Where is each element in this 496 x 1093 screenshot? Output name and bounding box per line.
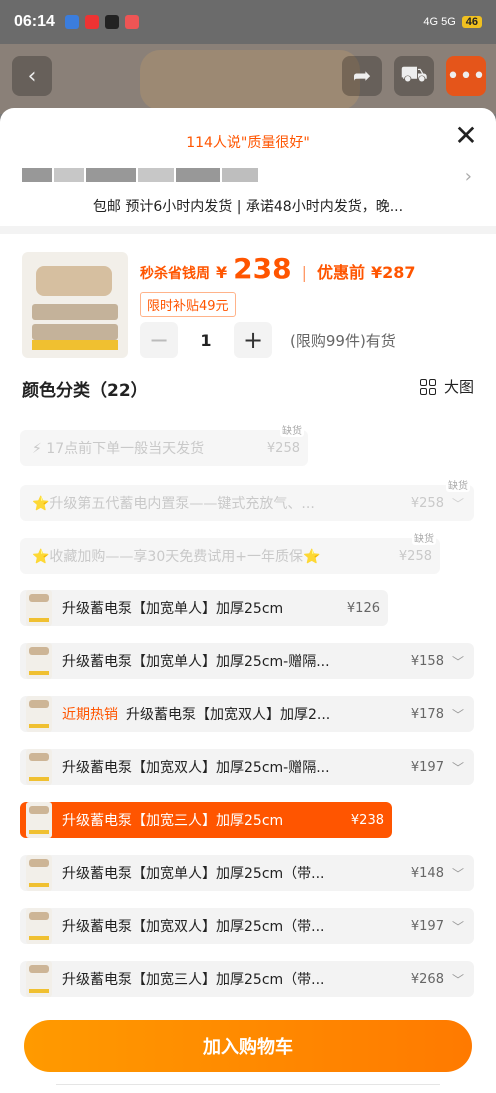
option-label: 升级蓄电泵【加宽单人】加厚25cm（带... — [62, 866, 325, 882]
option-label: 升级蓄电泵【加宽单人】加厚25cm — [62, 601, 284, 617]
option-price: ¥258 — [398, 548, 432, 564]
review-summary[interactable]: 114人说"质量很好" — [0, 132, 496, 152]
original-price-label: 优惠前 — [316, 263, 365, 282]
product-summary: 秒杀省钱周 ¥ 238 | 优惠前 ¥287 限时补贴49元 − 1 + (限购… — [0, 234, 496, 376]
option-label: ⚡ 17点前下单一般当天发货 — [32, 441, 205, 457]
promo-label: 秒杀省钱周 — [140, 266, 210, 282]
battery-icon: 46 — [461, 16, 482, 28]
sku-option[interactable]: 升级蓄电泵【加宽三人】加厚25cm（带... ¥268 ﹀ — [20, 961, 474, 997]
big-view-button[interactable]: 大图 — [419, 376, 474, 397]
option-price: ¥178 — [410, 706, 444, 722]
shipping-info: 包邮 预计6小时内发货 | 承诺48小时内发货，晚... — [92, 199, 404, 215]
chevron-down-icon: ﹀ — [451, 919, 464, 934]
grid-icon — [419, 378, 436, 395]
option-label: 升级蓄电泵【加宽三人】加厚25cm — [62, 813, 284, 829]
out-of-stock-badge: 缺货 — [446, 477, 470, 492]
sku-option[interactable]: ⚡ 17点前下单一般当天发货 ¥258 缺货 — [20, 422, 308, 466]
blurred-info — [22, 168, 258, 182]
option-label: 近期热销 升级蓄电泵【加宽双人】加厚2... — [62, 704, 411, 724]
option-label: 升级蓄电泵【加宽双人】加厚25cm（带... — [62, 919, 325, 935]
sku-selector-sheet: 114人说"质量很好" ✕ › 包邮 预计6小时内发货 | 承诺48小时内发货，… — [0, 108, 496, 1093]
option-thumbnail — [26, 855, 52, 891]
option-price: ¥238 — [350, 812, 384, 828]
option-price: ¥258 — [410, 495, 444, 511]
sku-option[interactable]: 升级蓄电泵【加宽双人】加厚25cm-赠隔... ¥197 ﹀ — [20, 749, 474, 785]
option-thumbnail — [26, 590, 52, 626]
app-notification-icon — [84, 15, 99, 29]
currency-symbol: ¥ — [216, 263, 228, 282]
option-price: ¥268 — [410, 971, 444, 987]
chevron-down-icon: ﹀ — [451, 496, 464, 511]
stock-note: (限购99件)有货 — [290, 331, 396, 350]
option-price: ¥258 — [266, 440, 300, 456]
chevron-down-icon: ﹀ — [451, 707, 464, 722]
price-line: 秒杀省钱周 ¥ 238 | 优惠前 ¥287 — [140, 252, 416, 285]
current-price: 238 — [233, 252, 292, 285]
status-right: 4G 5G 46 — [423, 16, 482, 28]
big-view-label: 大图 — [443, 378, 474, 396]
option-thumbnail — [26, 802, 52, 838]
sku-option[interactable]: 升级蓄电泵【加宽单人】加厚25cm-赠隔... ¥158 ﹀ — [20, 643, 474, 679]
chevron-down-icon: ﹀ — [451, 654, 464, 669]
option-thumbnail — [26, 696, 52, 732]
sku-option[interactable]: ⭐收藏加购——享30天免费试用+一年质保⭐ ¥258 缺货 — [20, 530, 440, 574]
app-notification-icon — [124, 15, 139, 29]
option-price: ¥126 — [346, 600, 380, 616]
option-thumbnail — [26, 961, 52, 997]
add-to-cart-button[interactable]: 加入购物车 — [24, 1020, 472, 1072]
option-label: 升级蓄电泵【加宽三人】加厚25cm（带... — [62, 972, 325, 988]
option-label-text: 升级蓄电泵【加宽双人】加厚2... — [126, 707, 331, 723]
option-thumbnail — [26, 643, 52, 679]
sku-option[interactable]: 升级蓄电泵【加宽单人】加厚25cm（带... ¥148 ﹀ — [20, 855, 474, 891]
divider: | — [301, 263, 307, 282]
app-notification-icon — [64, 15, 79, 29]
sku-option[interactable]: 升级蓄电泵【加宽单人】加厚25cm ¥126 — [20, 590, 388, 626]
sku-option[interactable]: 近期热销 升级蓄电泵【加宽双人】加厚2... ¥178 ﹀ — [20, 696, 474, 732]
color-section-header: 颜色分类（22） 大图 — [0, 376, 496, 416]
background-product-image — [140, 50, 360, 110]
option-thumbnail — [26, 749, 52, 785]
sheet-header: 114人说"质量很好" ✕ › 包邮 预计6小时内发货 | 承诺48小时内发货，… — [0, 108, 496, 234]
clock: 06:14 — [14, 13, 55, 30]
quantity-value[interactable]: 1 — [190, 331, 222, 350]
decrease-button[interactable]: − — [140, 322, 178, 358]
sku-option[interactable]: ⭐升级第五代蓄电内置泵——键式充放气、... ¥258 ﹀ 缺货 — [20, 477, 474, 521]
option-thumbnail — [26, 908, 52, 944]
option-label: 升级蓄电泵【加宽双人】加厚25cm-赠隔... — [62, 760, 330, 776]
product-thumbnail[interactable] — [22, 252, 128, 358]
close-icon[interactable]: ✕ — [452, 122, 480, 150]
signal-icon: 4G 5G — [423, 16, 456, 28]
sku-option[interactable]: 升级蓄电泵【加宽双人】加厚25cm（带... ¥197 ﹀ — [20, 908, 474, 944]
divider — [56, 1084, 440, 1088]
app-notification-icon — [104, 15, 119, 29]
option-price: ¥197 — [410, 918, 444, 934]
hot-sale-tag: 近期热销 — [62, 707, 118, 723]
quantity-stepper: − 1 + (限购99件)有货 — [140, 322, 396, 358]
status-bar: 06:14 4G 5G 46 — [0, 0, 496, 44]
original-price: ¥287 — [371, 263, 416, 282]
chevron-down-icon: ﹀ — [451, 760, 464, 775]
notification-icons — [64, 15, 139, 29]
share-icon: ➦ — [342, 56, 382, 96]
option-label: 升级蓄电泵【加宽单人】加厚25cm-赠隔... — [62, 654, 330, 670]
option-price: ¥148 — [410, 865, 444, 881]
chevron-right-icon[interactable]: › — [465, 166, 472, 187]
out-of-stock-badge: 缺货 — [280, 422, 304, 437]
increase-button[interactable]: + — [234, 322, 272, 358]
sku-option-selected[interactable]: 升级蓄电泵【加宽三人】加厚25cm ¥238 — [20, 802, 392, 838]
subsidy-badge: 限时补贴49元 — [140, 292, 236, 317]
back-icon: ‹ — [12, 56, 52, 96]
option-label: ⭐升级第五代蓄电内置泵——键式充放气、... — [32, 496, 315, 512]
cart-icon: ⛟ — [394, 56, 434, 96]
more-icon: ••• — [446, 56, 486, 96]
chevron-down-icon: ﹀ — [451, 972, 464, 987]
option-price: ¥158 — [410, 653, 444, 669]
out-of-stock-badge: 缺货 — [412, 530, 436, 545]
option-price: ¥197 — [410, 759, 444, 775]
option-label: ⭐收藏加购——享30天免费试用+一年质保⭐ — [32, 549, 321, 565]
section-title: 颜色分类（22） — [22, 381, 148, 401]
chevron-down-icon: ﹀ — [451, 866, 464, 881]
